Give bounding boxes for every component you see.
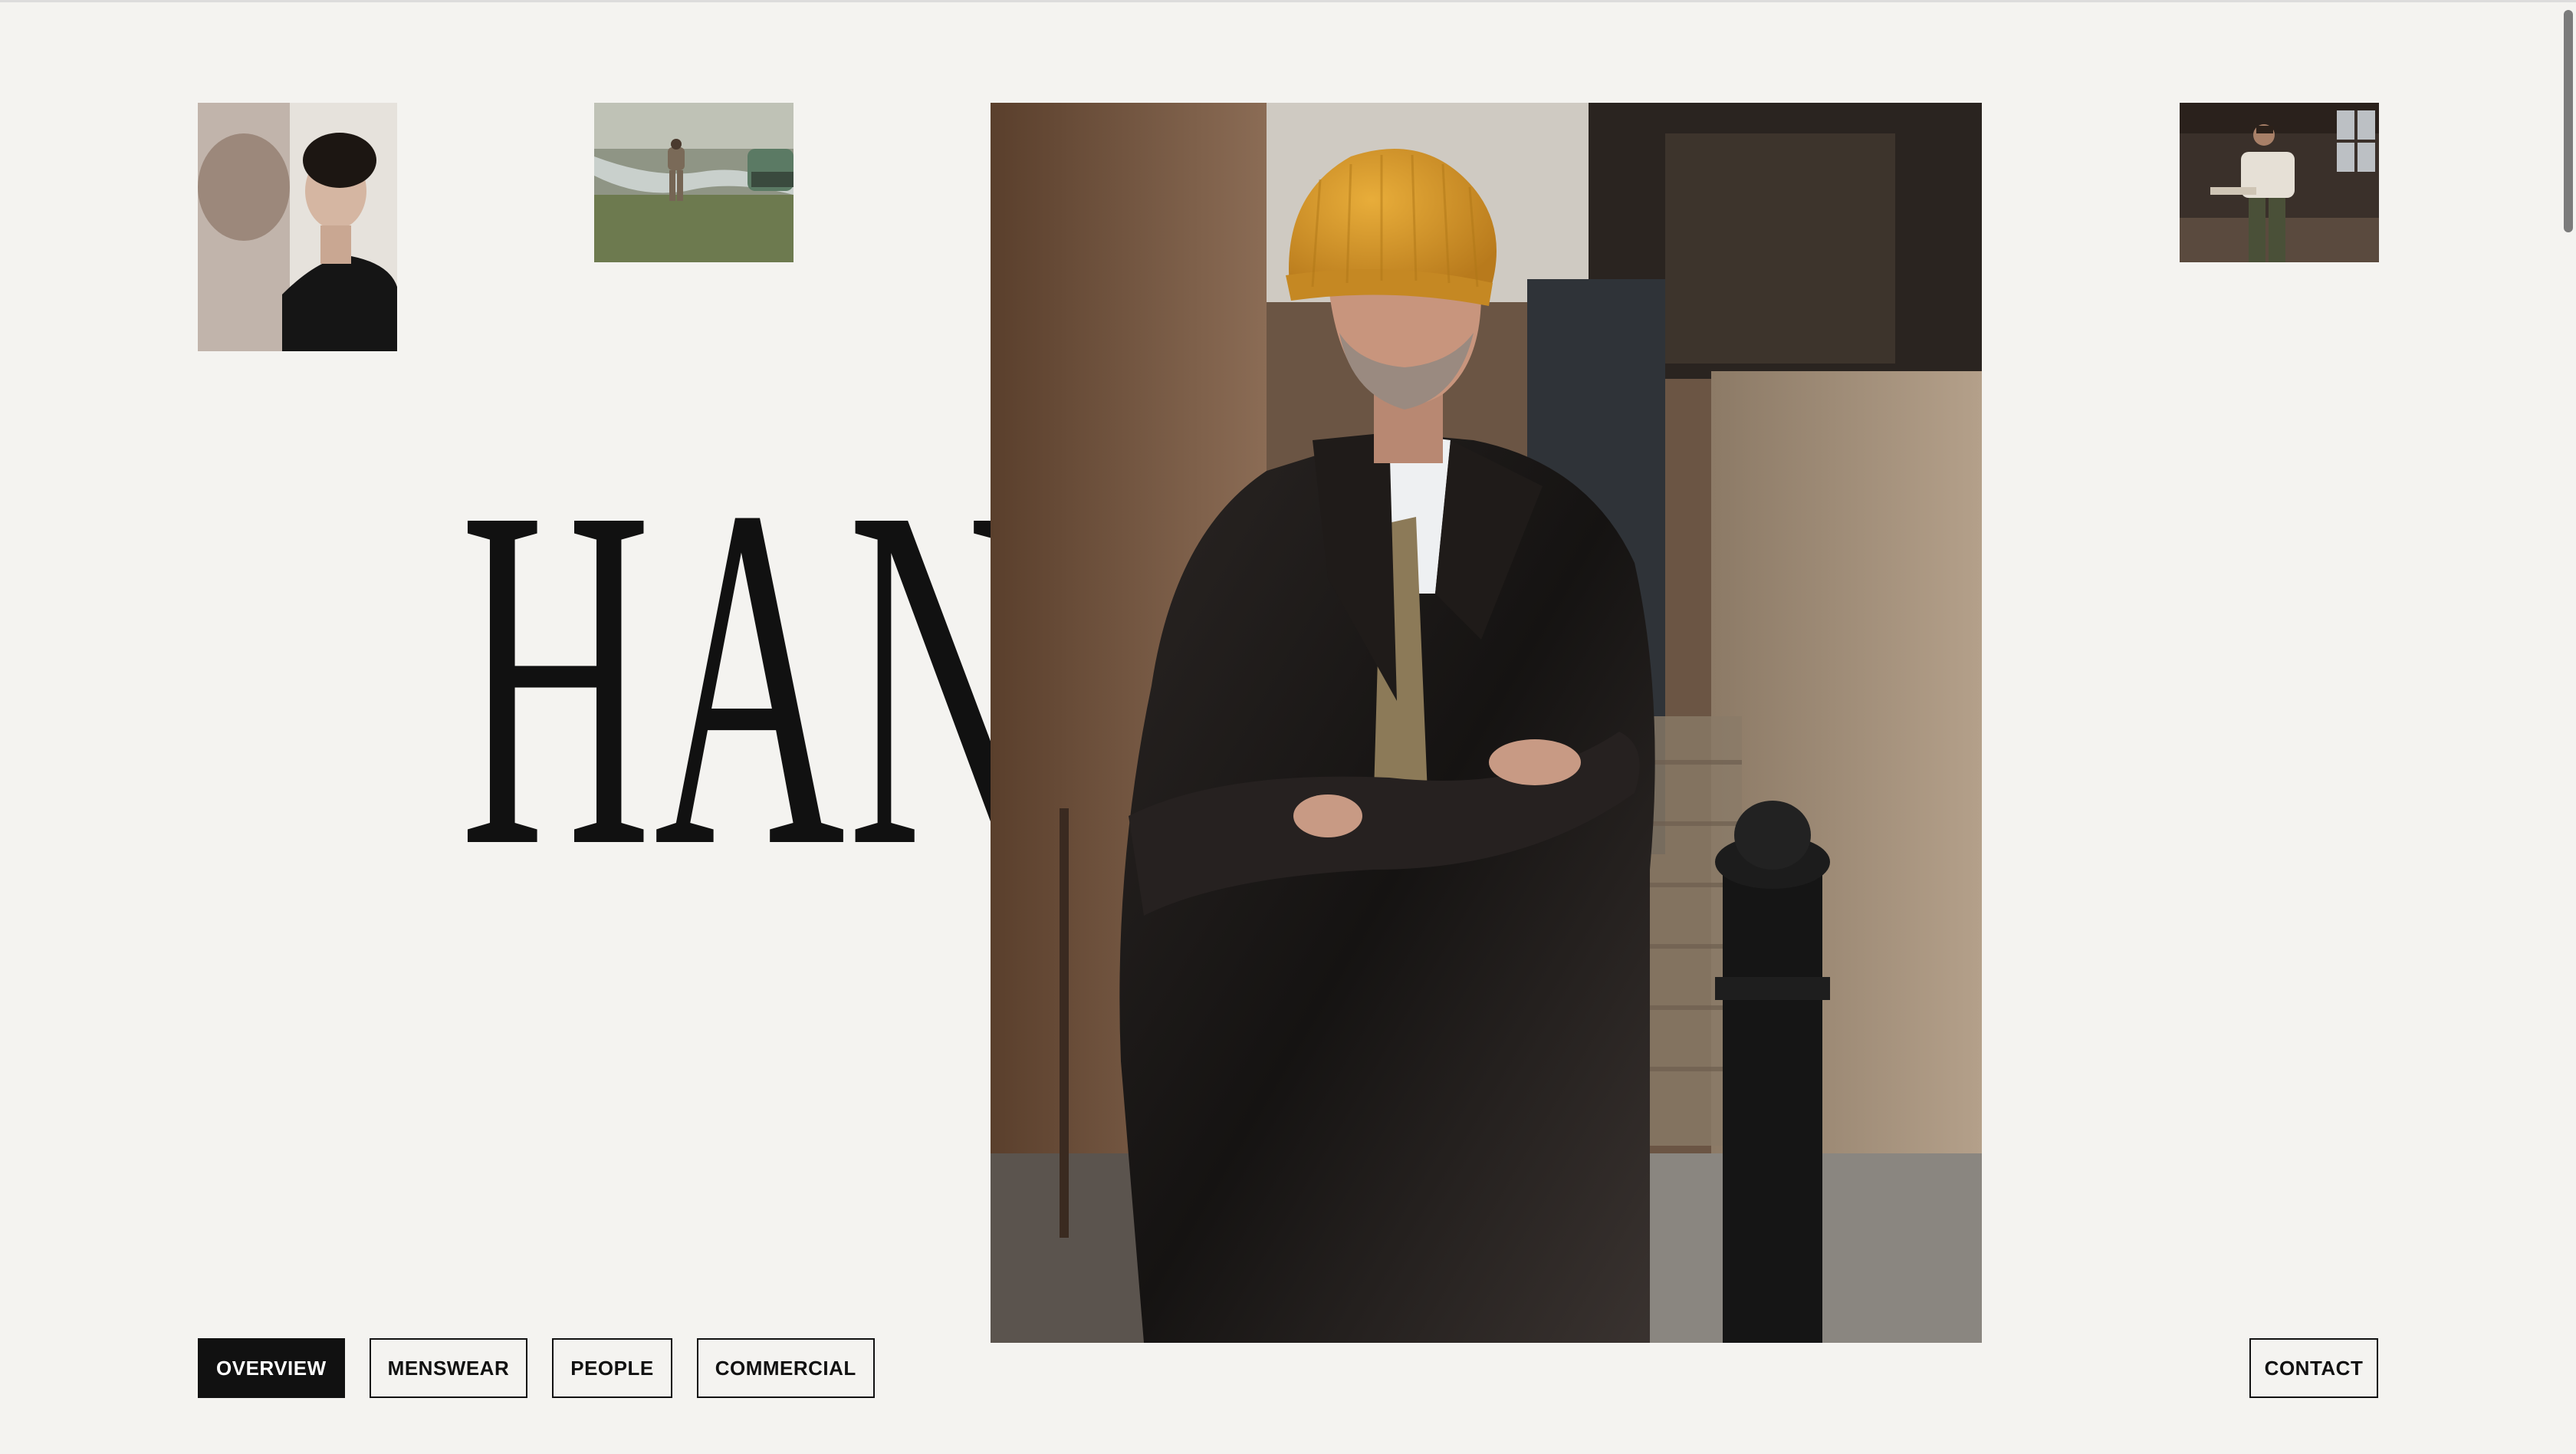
thumbnail-portrait-curly-hair[interactable]: [198, 103, 397, 351]
page-scrollbar[interactable]: [2561, 2, 2576, 1454]
thumbnail-shore-boat[interactable]: [594, 103, 794, 262]
scrollbar-thumb[interactable]: [2564, 10, 2573, 232]
thumbnail-image: [594, 103, 794, 262]
primary-nav: OVERVIEW MENSWEAR PEOPLE COMMERCIAL: [198, 1338, 875, 1398]
hero-photo-leather-coat[interactable]: [991, 103, 1982, 1343]
nav-menswear-button[interactable]: MENSWEAR: [369, 1338, 528, 1398]
thumbnail-image: [198, 103, 397, 351]
nav-people-button[interactable]: PEOPLE: [552, 1338, 672, 1398]
nav-commercial-button[interactable]: COMMERCIAL: [696, 1338, 875, 1398]
nav-overview-button[interactable]: OVERVIEW: [198, 1338, 345, 1398]
contact-button[interactable]: CONTACT: [2249, 1338, 2378, 1398]
portfolio-page: HANNES: [0, 0, 2576, 1454]
thumbnail-image: [2180, 103, 2379, 262]
thumbnail-balcony-window[interactable]: [2180, 103, 2379, 262]
hero-image: [991, 103, 1982, 1343]
